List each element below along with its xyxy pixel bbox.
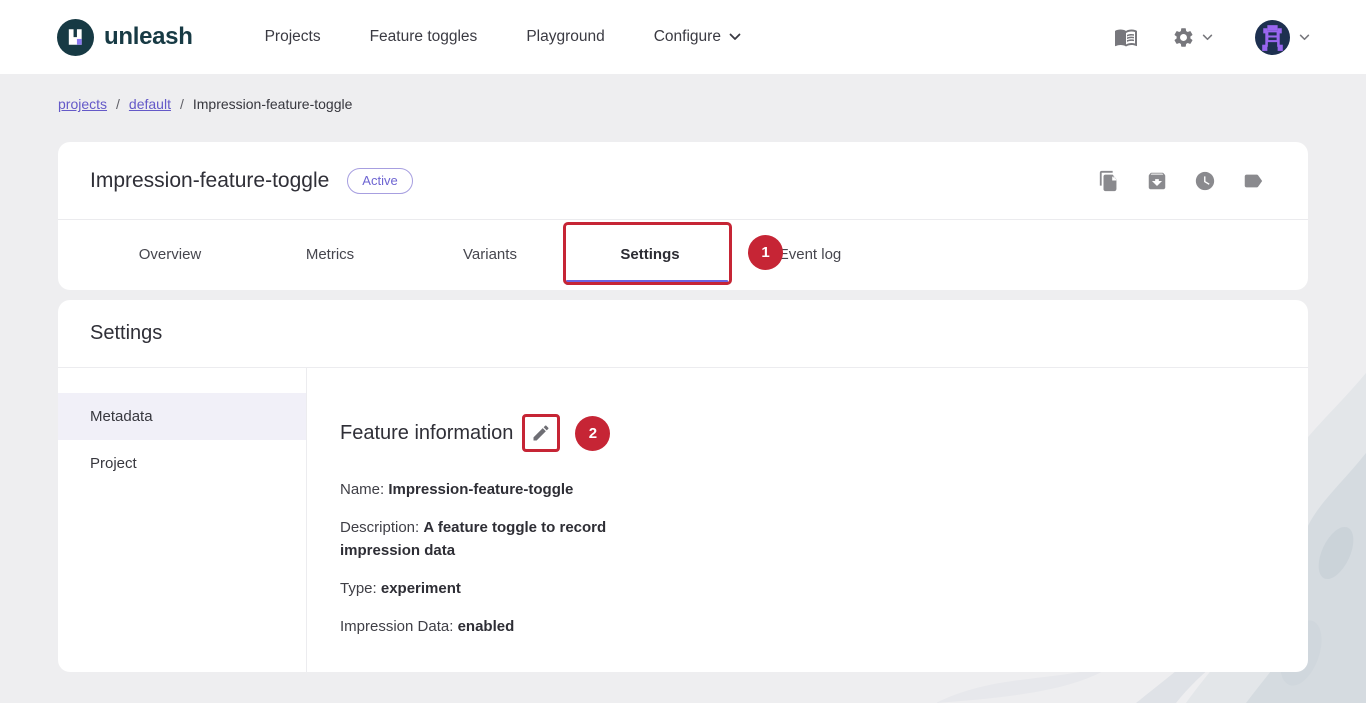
field-description: Description: A feature toggle to record …	[340, 516, 662, 562]
settings-side-menu: Metadata Project	[58, 368, 307, 672]
feature-information-header: Feature information 2	[340, 414, 1268, 452]
tab-variants-label: Variants	[463, 246, 517, 263]
nav-configure-label: Configure	[654, 28, 721, 46]
gear-icon	[1172, 26, 1195, 49]
active-tab-indicator	[566, 280, 728, 285]
unleash-logo-icon	[57, 19, 94, 56]
annotation-box-step-2	[522, 414, 560, 452]
breadcrumb-default[interactable]: default	[129, 96, 171, 112]
page-title: Impression-feature-toggle	[90, 169, 329, 193]
nav-playground-label: Playground	[526, 28, 604, 46]
metadata-content: Feature information 2 Name: Impression-f…	[307, 368, 1308, 672]
menu-item-project[interactable]: Project	[58, 440, 306, 487]
section-title: Feature information	[340, 422, 513, 445]
archive-icon	[1146, 170, 1168, 192]
tag-icon	[1242, 170, 1264, 192]
nav-feature-toggles-label: Feature toggles	[370, 28, 478, 46]
menu-item-metadata-label: Metadata	[90, 408, 153, 425]
top-navbar: unleash Projects Feature toggles Playgro…	[0, 0, 1366, 74]
field-description-label: Description:	[340, 519, 419, 536]
field-type-label: Type:	[340, 580, 377, 597]
field-name-label: Name:	[340, 481, 384, 498]
tab-overview-label: Overview	[139, 246, 202, 263]
field-impression-data-label: Impression Data:	[340, 618, 453, 635]
chevron-down-icon	[729, 33, 741, 41]
page: unleash Projects Feature toggles Playgro…	[0, 0, 1366, 703]
menu-item-metadata[interactable]: Metadata	[58, 393, 306, 440]
nav-projects[interactable]: Projects	[265, 28, 321, 46]
feature-tabs: Overview Metrics Variants Settings Event…	[58, 220, 1308, 289]
tag-button[interactable]	[1242, 170, 1264, 192]
breadcrumb: projects / default / Impression-feature-…	[58, 96, 352, 112]
history-button[interactable]	[1194, 170, 1216, 192]
nav-feature-toggles[interactable]: Feature toggles	[370, 28, 478, 46]
tab-metrics[interactable]: Metrics	[250, 220, 410, 289]
menu-item-project-label: Project	[90, 455, 137, 472]
settings-menu-button[interactable]	[1172, 26, 1213, 49]
nav-configure[interactable]: Configure	[654, 28, 741, 46]
chevron-down-icon	[1202, 34, 1213, 41]
breadcrumb-current: Impression-feature-toggle	[193, 96, 353, 112]
field-impression-data: Impression Data: enabled	[340, 615, 1268, 638]
book-icon	[1114, 25, 1138, 49]
field-impression-data-value: enabled	[458, 618, 515, 635]
breadcrumb-separator: /	[180, 96, 184, 112]
field-type-value: experiment	[381, 580, 461, 597]
breadcrumb-projects[interactable]: projects	[58, 96, 107, 112]
clock-icon	[1194, 170, 1216, 192]
feature-actions	[1098, 170, 1264, 192]
brand[interactable]: unleash	[57, 19, 193, 56]
documentation-button[interactable]	[1114, 25, 1138, 49]
nav-playground[interactable]: Playground	[526, 28, 604, 46]
tab-variants[interactable]: Variants	[410, 220, 570, 289]
feature-fields: Name: Impression-feature-toggle Descript…	[340, 478, 1268, 638]
primary-nav: Projects Feature toggles Playground Conf…	[265, 28, 741, 46]
annotation-step-2-badge: 2	[575, 416, 610, 451]
feature-title-row: Impression-feature-toggle Active	[58, 142, 1308, 220]
tab-metrics-label: Metrics	[306, 246, 354, 263]
breadcrumb-separator: /	[116, 96, 120, 112]
tab-overview[interactable]: Overview	[90, 220, 250, 289]
brand-name: unleash	[104, 23, 193, 51]
nav-projects-label: Projects	[265, 28, 321, 46]
field-type: Type: experiment	[340, 577, 1268, 600]
navbar-right	[1114, 20, 1310, 55]
tab-event-log-label: Event log	[779, 246, 842, 263]
field-name-value: Impression-feature-toggle	[388, 481, 573, 498]
field-name: Name: Impression-feature-toggle	[340, 478, 1268, 501]
edit-feature-button[interactable]	[529, 421, 553, 445]
archive-button[interactable]	[1146, 170, 1168, 192]
chevron-down-icon	[1299, 34, 1310, 41]
settings-body: Metadata Project Feature information	[58, 368, 1308, 672]
user-menu-button[interactable]	[1255, 20, 1310, 55]
tab-settings[interactable]: Settings	[570, 220, 730, 289]
pencil-icon	[531, 423, 551, 443]
user-avatar	[1255, 20, 1290, 55]
status-badge: Active	[347, 168, 412, 194]
copy-icon	[1098, 170, 1120, 192]
annotation-step-1-badge: 1	[748, 235, 783, 270]
feature-header-card: Impression-feature-toggle Active	[58, 142, 1308, 290]
tab-settings-label: Settings	[620, 246, 679, 263]
settings-card: Settings Metadata Project Feature inform…	[58, 300, 1308, 672]
settings-card-title: Settings	[58, 300, 1308, 368]
copy-button[interactable]	[1098, 170, 1120, 192]
